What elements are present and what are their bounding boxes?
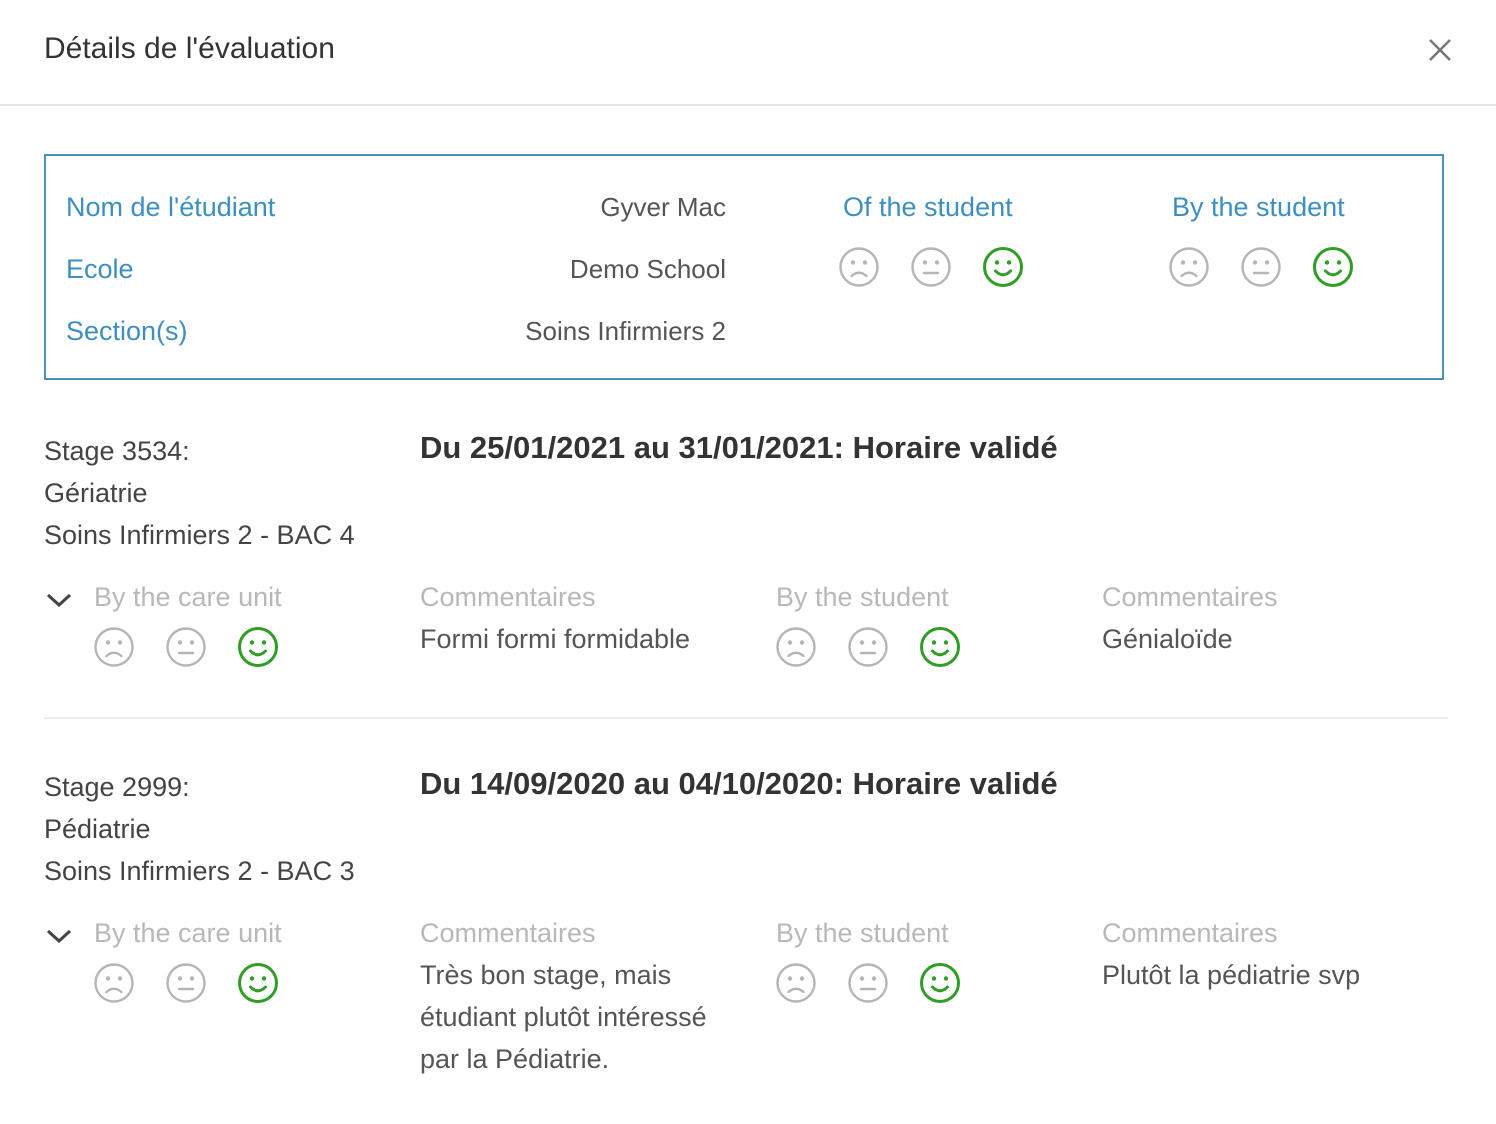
comment-line: étudiant plutôt intéressé xyxy=(420,1002,707,1032)
neutral-face-icon xyxy=(165,962,207,1004)
stage-period: Du 14/09/2020 au 04/10/2020: Horaire val… xyxy=(420,766,1058,801)
stage-title: Stage 2999: Pédiatrie Soins Infirmiers 2… xyxy=(44,766,355,892)
student-name-value: Gyver Mac xyxy=(600,192,726,222)
of-student-heading: Of the student xyxy=(843,192,1013,222)
neutral-face-icon xyxy=(910,246,952,288)
comment-line: par la Pédiatrie. xyxy=(420,1044,610,1074)
student-rating-heading: By the student xyxy=(776,918,949,948)
stage-period: Du 25/01/2021 au 31/01/2021: Horaire val… xyxy=(420,430,1058,465)
student-name-label: Nom de l'étudiant xyxy=(66,192,276,222)
comment-line: Très bon stage, mais xyxy=(420,960,672,990)
neutral-face-icon xyxy=(1240,246,1282,288)
student-rating-heading: By the student xyxy=(776,582,949,612)
sad-face-icon xyxy=(1168,246,1210,288)
chevron-down-icon[interactable] xyxy=(44,924,74,948)
sad-face-icon xyxy=(775,626,817,668)
stage-service: Pédiatrie xyxy=(44,814,151,844)
chevron-down-icon[interactable] xyxy=(44,588,74,612)
student-info-box xyxy=(44,154,1444,380)
care-unit-comment-heading: Commentaires xyxy=(420,918,596,948)
close-icon[interactable] xyxy=(1420,30,1460,70)
care-unit-comment: Très bon stage, mais étudiant plutôt int… xyxy=(420,954,707,1080)
modal-header: Détails de l'évaluation xyxy=(0,0,1496,106)
happy-face-icon xyxy=(1312,246,1354,288)
sections-value: Soins Infirmiers 2 xyxy=(525,316,726,346)
care-unit-comment: Formi formi formidable xyxy=(420,624,691,654)
sad-face-icon xyxy=(93,962,135,1004)
student-comment: Génialoïde xyxy=(1102,624,1233,654)
sad-face-icon xyxy=(838,246,880,288)
stage-number: Stage 2999: xyxy=(44,772,190,802)
neutral-face-icon xyxy=(165,626,207,668)
sections-label: Section(s) xyxy=(66,316,188,346)
student-comment: Plutôt la pédiatrie svp xyxy=(1102,960,1361,990)
by-student-heading: By the student xyxy=(1172,192,1345,222)
stage-section: Soins Infirmiers 2 - BAC 4 xyxy=(44,520,355,550)
happy-face-icon xyxy=(237,626,279,668)
stage-service: Gériatrie xyxy=(44,478,148,508)
happy-face-icon xyxy=(919,962,961,1004)
school-label: Ecole xyxy=(66,254,134,284)
happy-face-icon xyxy=(982,246,1024,288)
neutral-face-icon xyxy=(847,962,889,1004)
stage-divider xyxy=(44,717,1448,719)
student-comment-heading: Commentaires xyxy=(1102,582,1278,612)
stage-title: Stage 3534: Gériatrie Soins Infirmiers 2… xyxy=(44,430,355,556)
sad-face-icon xyxy=(775,962,817,1004)
school-value: Demo School xyxy=(569,254,726,284)
happy-face-icon xyxy=(237,962,279,1004)
modal-title: Détails de l'évaluation xyxy=(44,32,335,65)
stage-section: Soins Infirmiers 2 - BAC 3 xyxy=(44,856,355,886)
stage-number: Stage 3534: xyxy=(44,436,190,466)
care-unit-comment-heading: Commentaires xyxy=(420,582,596,612)
care-unit-heading: By the care unit xyxy=(94,582,282,612)
sad-face-icon xyxy=(93,626,135,668)
happy-face-icon xyxy=(919,626,961,668)
student-comment-heading: Commentaires xyxy=(1102,918,1278,948)
neutral-face-icon xyxy=(847,626,889,668)
care-unit-heading: By the care unit xyxy=(94,918,282,948)
